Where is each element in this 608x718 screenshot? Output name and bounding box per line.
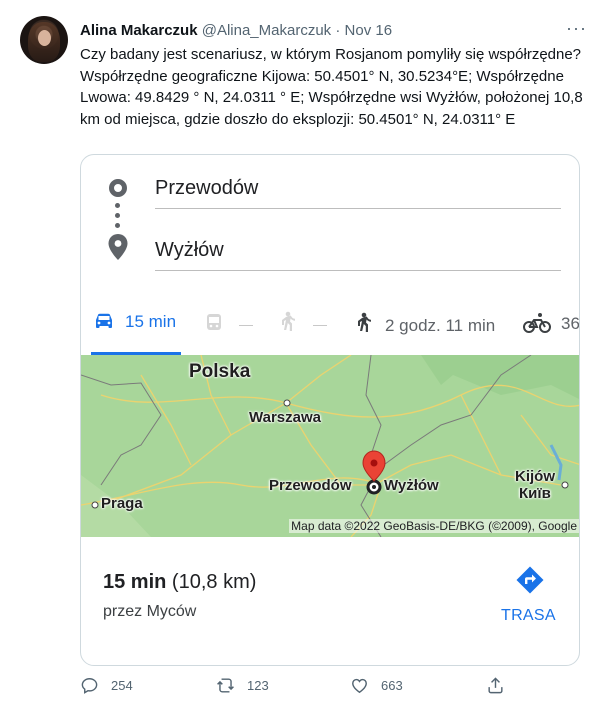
like-count: 663 — [381, 678, 403, 693]
car-time: 15 min — [125, 312, 177, 331]
mode-car[interactable]: 15 min — [93, 312, 176, 332]
map-view[interactable]: Polska Warszawa Praga Przewodów Wyżłów K… — [81, 355, 579, 537]
map-label-przewodow: Przewodów — [269, 477, 352, 494]
car-icon — [96, 313, 112, 328]
share-button[interactable] — [486, 676, 505, 695]
reply-button[interactable]: 254 — [80, 676, 133, 695]
walk-disabled-icon[interactable] — [277, 311, 297, 335]
separator-dot: · — [335, 22, 341, 39]
avatar[interactable] — [20, 16, 68, 64]
origin-circle-icon — [109, 179, 127, 197]
map-graphic — [81, 355, 579, 537]
retweet-button[interactable]: 123 — [216, 676, 269, 695]
walk-time: 2 godz. 11 min — [385, 316, 496, 335]
map-label-warsaw: Warszawa — [249, 409, 321, 426]
map-label-prague: Praga — [101, 495, 143, 512]
map-card[interactable]: Przewodów Wyżłów 15 min 2 godz. 11 min 3… — [80, 154, 580, 666]
transit-icon[interactable] — [205, 313, 223, 335]
reply-count: 254 — [111, 678, 133, 693]
walk-dash — [313, 325, 327, 326]
heart-icon — [352, 678, 367, 694]
directions-button[interactable]: TRASA — [501, 607, 556, 625]
author-handle[interactable]: @Alina_Makarczuk — [202, 22, 331, 39]
bike-time: 36 — [561, 314, 580, 333]
walk-icon — [358, 312, 371, 332]
mode-walk[interactable]: 2 godz. 11 min — [353, 312, 495, 336]
map-attribution: Map data ©2022 GeoBasis-DE/BKG (©2009), … — [289, 519, 579, 533]
route-duration: 15 min (10,8 km) — [103, 571, 256, 594]
route-dots-icon — [115, 203, 121, 233]
bike-icon — [523, 313, 551, 333]
duration-time: 15 min — [103, 571, 167, 593]
mode-bike[interactable]: 36 — [523, 312, 580, 334]
share-icon — [488, 677, 503, 694]
map-label-kyiv-cyrillic: Київ — [519, 485, 551, 502]
retweet-count: 123 — [247, 678, 269, 693]
tweet: Alina Makarczuk @Alina_Makarczuk · Nov 1… — [0, 0, 608, 718]
tweet-date[interactable]: Nov 16 — [345, 22, 393, 39]
location-pin-icon — [108, 234, 128, 260]
tweet-actions: 254 123 663 — [80, 676, 580, 704]
tweet-text: Czy badany jest scenariusz, w którym Ros… — [80, 46, 583, 128]
route-summary: 15 min (10,8 km) przez Myców TRASA — [81, 537, 579, 665]
like-button[interactable]: 663 — [350, 676, 403, 695]
map-label-wyzlow: Wyżłów — [384, 477, 439, 494]
author-name[interactable]: Alina Makarczuk — [80, 22, 198, 39]
destination-field[interactable]: Wyżłów — [155, 235, 561, 271]
origin-field[interactable]: Przewodów — [155, 173, 561, 209]
travel-modes: 15 min 2 godz. 11 min 36 — [81, 300, 580, 356]
route-via: przez Myców — [103, 603, 197, 620]
tweet-header: Alina Makarczuk @Alina_Makarczuk · Nov 1… — [80, 22, 392, 39]
more-options-icon[interactable]: ··· — [566, 18, 587, 39]
transit-dash — [239, 325, 253, 326]
duration-distance: (10,8 km) — [171, 571, 257, 593]
reply-icon — [81, 678, 98, 694]
map-label-kyiv: Kijów — [515, 468, 555, 485]
map-label-poland: Polska — [189, 361, 251, 382]
directions-icon[interactable] — [515, 565, 545, 595]
retweet-icon — [217, 678, 234, 693]
